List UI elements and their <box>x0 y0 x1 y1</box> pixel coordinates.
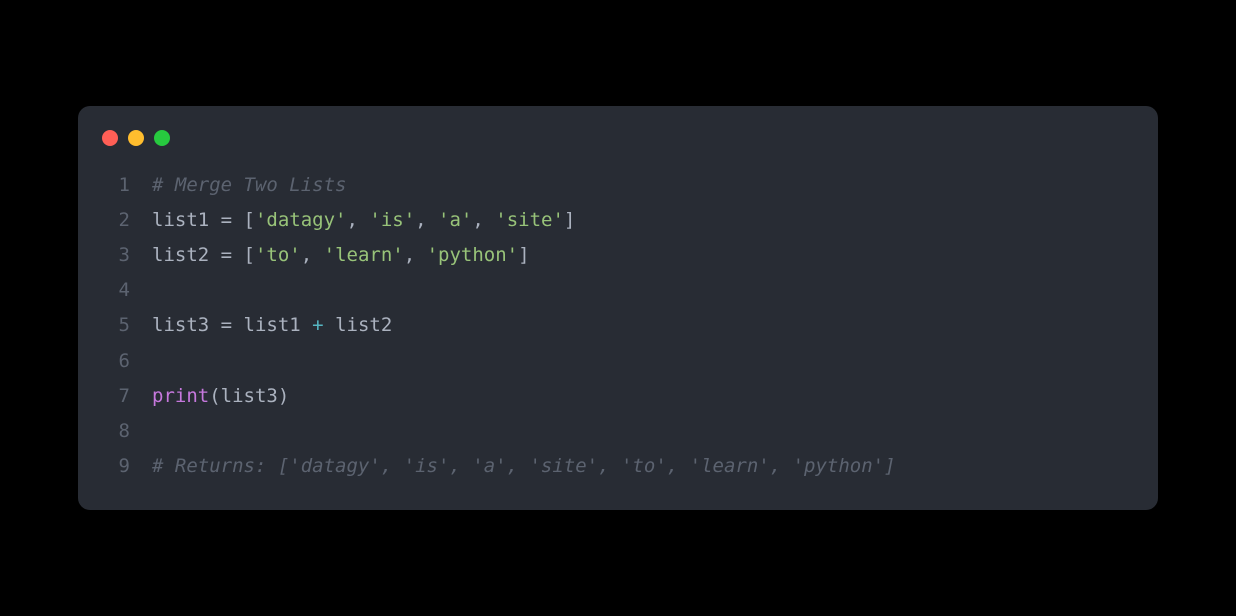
comma: , <box>472 209 495 231</box>
code-line: 2 list1 = ['datagy', 'is', 'a', 'site'] <box>78 203 1158 238</box>
bracket: ] <box>564 209 575 231</box>
code-line: 5 list3 = list1 + list2 <box>78 308 1158 343</box>
string-literal: 'to' <box>255 244 301 266</box>
string-literal: 'learn' <box>324 244 404 266</box>
code-content: list1 = ['datagy', 'is', 'a', 'site'] <box>152 203 575 238</box>
line-number: 3 <box>102 238 130 273</box>
code-line: 8 <box>78 414 1158 449</box>
code-line: 3 list2 = ['to', 'learn', 'python'] <box>78 238 1158 273</box>
operator: = <box>209 244 243 266</box>
line-number: 4 <box>102 273 130 308</box>
code-window: 1 # Merge Two Lists 2 list1 = ['datagy',… <box>78 106 1158 510</box>
comment-text: # Merge Two Lists <box>152 174 346 196</box>
line-number: 2 <box>102 203 130 238</box>
line-number: 5 <box>102 308 130 343</box>
comment-text: # Returns: ['datagy', 'is', 'a', 'site',… <box>152 455 896 477</box>
code-content: list3 = list1 + list2 <box>152 308 392 343</box>
code-content: # Merge Two Lists <box>152 168 346 203</box>
paren: ) <box>278 385 289 407</box>
line-number: 7 <box>102 379 130 414</box>
code-line: 1 # Merge Two Lists <box>78 168 1158 203</box>
string-literal: 'site' <box>495 209 564 231</box>
code-content: list2 = ['to', 'learn', 'python'] <box>152 238 530 273</box>
code-content: print(list3) <box>152 379 289 414</box>
function-name: print <box>152 385 209 407</box>
operator: + <box>301 314 335 336</box>
code-content: # Returns: ['datagy', 'is', 'a', 'site',… <box>152 449 896 484</box>
bracket: [ <box>244 209 255 231</box>
string-literal: 'is' <box>369 209 415 231</box>
comma: , <box>347 209 370 231</box>
string-literal: 'a' <box>438 209 472 231</box>
variable-name: list1 <box>244 314 301 336</box>
bracket: ] <box>518 244 529 266</box>
code-line: 4 <box>78 273 1158 308</box>
code-line: 9 # Returns: ['datagy', 'is', 'a', 'site… <box>78 449 1158 484</box>
line-number: 1 <box>102 168 130 203</box>
variable-name: list1 <box>152 209 209 231</box>
bracket: [ <box>244 244 255 266</box>
variable-name: list2 <box>335 314 392 336</box>
maximize-icon[interactable] <box>154 130 170 146</box>
paren: ( <box>209 385 220 407</box>
code-line: 6 <box>78 344 1158 379</box>
code-line: 7 print(list3) <box>78 379 1158 414</box>
string-literal: 'python' <box>427 244 519 266</box>
code-area: 1 # Merge Two Lists 2 list1 = ['datagy',… <box>78 168 1158 484</box>
operator: = <box>209 209 243 231</box>
comma: , <box>415 209 438 231</box>
argument: list3 <box>221 385 278 407</box>
string-literal: 'datagy' <box>255 209 347 231</box>
line-number: 9 <box>102 449 130 484</box>
line-number: 6 <box>102 344 130 379</box>
operator: = <box>209 314 243 336</box>
variable-name: list3 <box>152 314 209 336</box>
traffic-lights <box>78 130 1158 168</box>
line-number: 8 <box>102 414 130 449</box>
comma: , <box>404 244 427 266</box>
comma: , <box>301 244 324 266</box>
minimize-icon[interactable] <box>128 130 144 146</box>
close-icon[interactable] <box>102 130 118 146</box>
variable-name: list2 <box>152 244 209 266</box>
